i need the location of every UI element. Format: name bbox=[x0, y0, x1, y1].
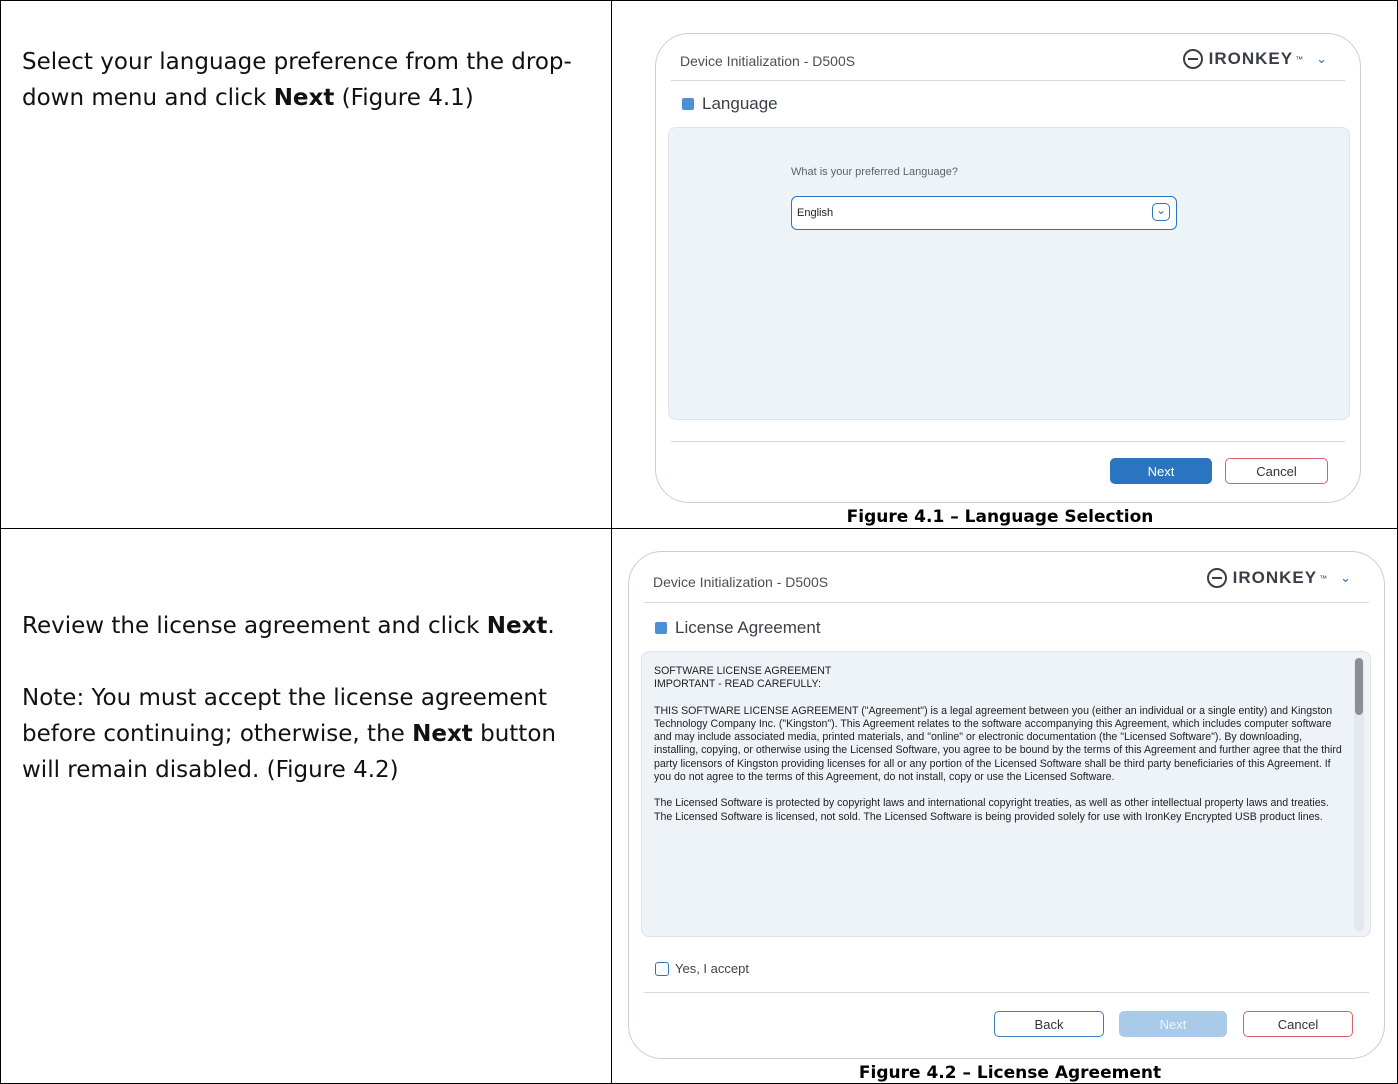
accept-checkbox[interactable] bbox=[655, 961, 669, 976]
brand[interactable]: IRONKEY ™ ⌄ bbox=[1182, 49, 1328, 69]
note-bold-next: Next bbox=[412, 721, 473, 747]
language-panel: What is your preferred Language? English… bbox=[668, 127, 1350, 420]
back-button[interactable]: Back bbox=[994, 1011, 1104, 1037]
accept-label[interactable]: Yes, I accept bbox=[675, 961, 749, 976]
license-paragraph-2: The Licensed Software is protected by co… bbox=[654, 797, 1329, 823]
next-button[interactable]: Next bbox=[1110, 458, 1212, 484]
license-window: Device Initialization - D500S IRONKEY ™ ⌄… bbox=[628, 551, 1385, 1059]
instruction-note: Note: You must accept the license agreem… bbox=[22, 680, 592, 788]
brand-name: IRONKEY bbox=[1208, 49, 1294, 68]
instruction-text-end: . bbox=[547, 613, 555, 639]
caption-figure-4-1: Figure 4.1 – Language Selection bbox=[846, 507, 1154, 527]
section-title: Language bbox=[682, 94, 778, 114]
row-divider bbox=[1, 528, 1397, 529]
header-divider bbox=[644, 602, 1369, 603]
instruction-text: Review the license agreement and click bbox=[22, 613, 487, 639]
license-heading-1: SOFTWARE LICENSE AGREEMENT bbox=[654, 665, 832, 677]
trademark-mark: ™ bbox=[1295, 54, 1305, 64]
language-select-value: English bbox=[797, 207, 834, 219]
caption-figure-4-2: Figure 4.2 – License Agreement bbox=[858, 1063, 1162, 1083]
brand[interactable]: IRONKEY ™ ⌄ bbox=[1206, 568, 1352, 588]
language-question: What is your preferred Language? bbox=[791, 166, 958, 178]
section-label: Language bbox=[702, 94, 778, 113]
chevron-down-icon[interactable]: ⌄ bbox=[1340, 570, 1352, 586]
license-text: SOFTWARE LICENSE AGREEMENT IMPORTANT - RE… bbox=[654, 665, 1344, 837]
window-title: Device Initialization - D500S bbox=[680, 53, 856, 69]
scrollbar-thumb[interactable] bbox=[1355, 658, 1363, 715]
chevron-down-icon[interactable]: ⌄ bbox=[1152, 203, 1170, 221]
instruction-language: Select your language preference from the… bbox=[22, 44, 592, 116]
instruction-bold-next: Next bbox=[486, 613, 548, 639]
brand-name: IRONKEY bbox=[1232, 568, 1318, 587]
section-label: License Agreement bbox=[675, 618, 821, 637]
accept-checkbox-row[interactable]: Yes, I accept bbox=[655, 961, 749, 976]
license-paragraph-1: THIS SOFTWARE LICENSE AGREEMENT ("Agreem… bbox=[654, 704, 1342, 784]
chevron-down-icon[interactable]: ⌄ bbox=[1316, 51, 1328, 67]
column-divider bbox=[611, 1, 612, 1083]
window-title: Device Initialization - D500S bbox=[653, 574, 829, 590]
language-window: Device Initialization - D500S IRONKEY ™ ⌄… bbox=[655, 33, 1361, 503]
footer-divider bbox=[671, 441, 1345, 442]
key-ring-icon bbox=[1182, 49, 1203, 69]
footer-divider bbox=[644, 992, 1369, 993]
license-heading-2: IMPORTANT - READ CAREFULLY: bbox=[654, 678, 821, 691]
cancel-button[interactable]: Cancel bbox=[1243, 1011, 1353, 1037]
key-ring-icon bbox=[1206, 568, 1227, 588]
document-icon bbox=[682, 98, 694, 110]
document-icon bbox=[655, 622, 667, 634]
header-divider bbox=[671, 80, 1345, 81]
trademark-mark: ™ bbox=[1319, 573, 1329, 583]
next-button-disabled[interactable]: Next bbox=[1119, 1011, 1227, 1037]
instruction-text-end: (Figure 4.1) bbox=[334, 85, 474, 111]
scrollbar-track[interactable] bbox=[1354, 658, 1364, 932]
license-text-panel[interactable]: SOFTWARE LICENSE AGREEMENT IMPORTANT - RE… bbox=[641, 651, 1371, 937]
language-select[interactable]: English ⌄ bbox=[791, 196, 1177, 230]
instruction-license: Review the license agreement and click N… bbox=[22, 608, 592, 644]
section-title: License Agreement bbox=[655, 618, 821, 638]
cancel-button[interactable]: Cancel bbox=[1225, 458, 1328, 484]
instruction-bold-next: Next bbox=[273, 85, 335, 111]
